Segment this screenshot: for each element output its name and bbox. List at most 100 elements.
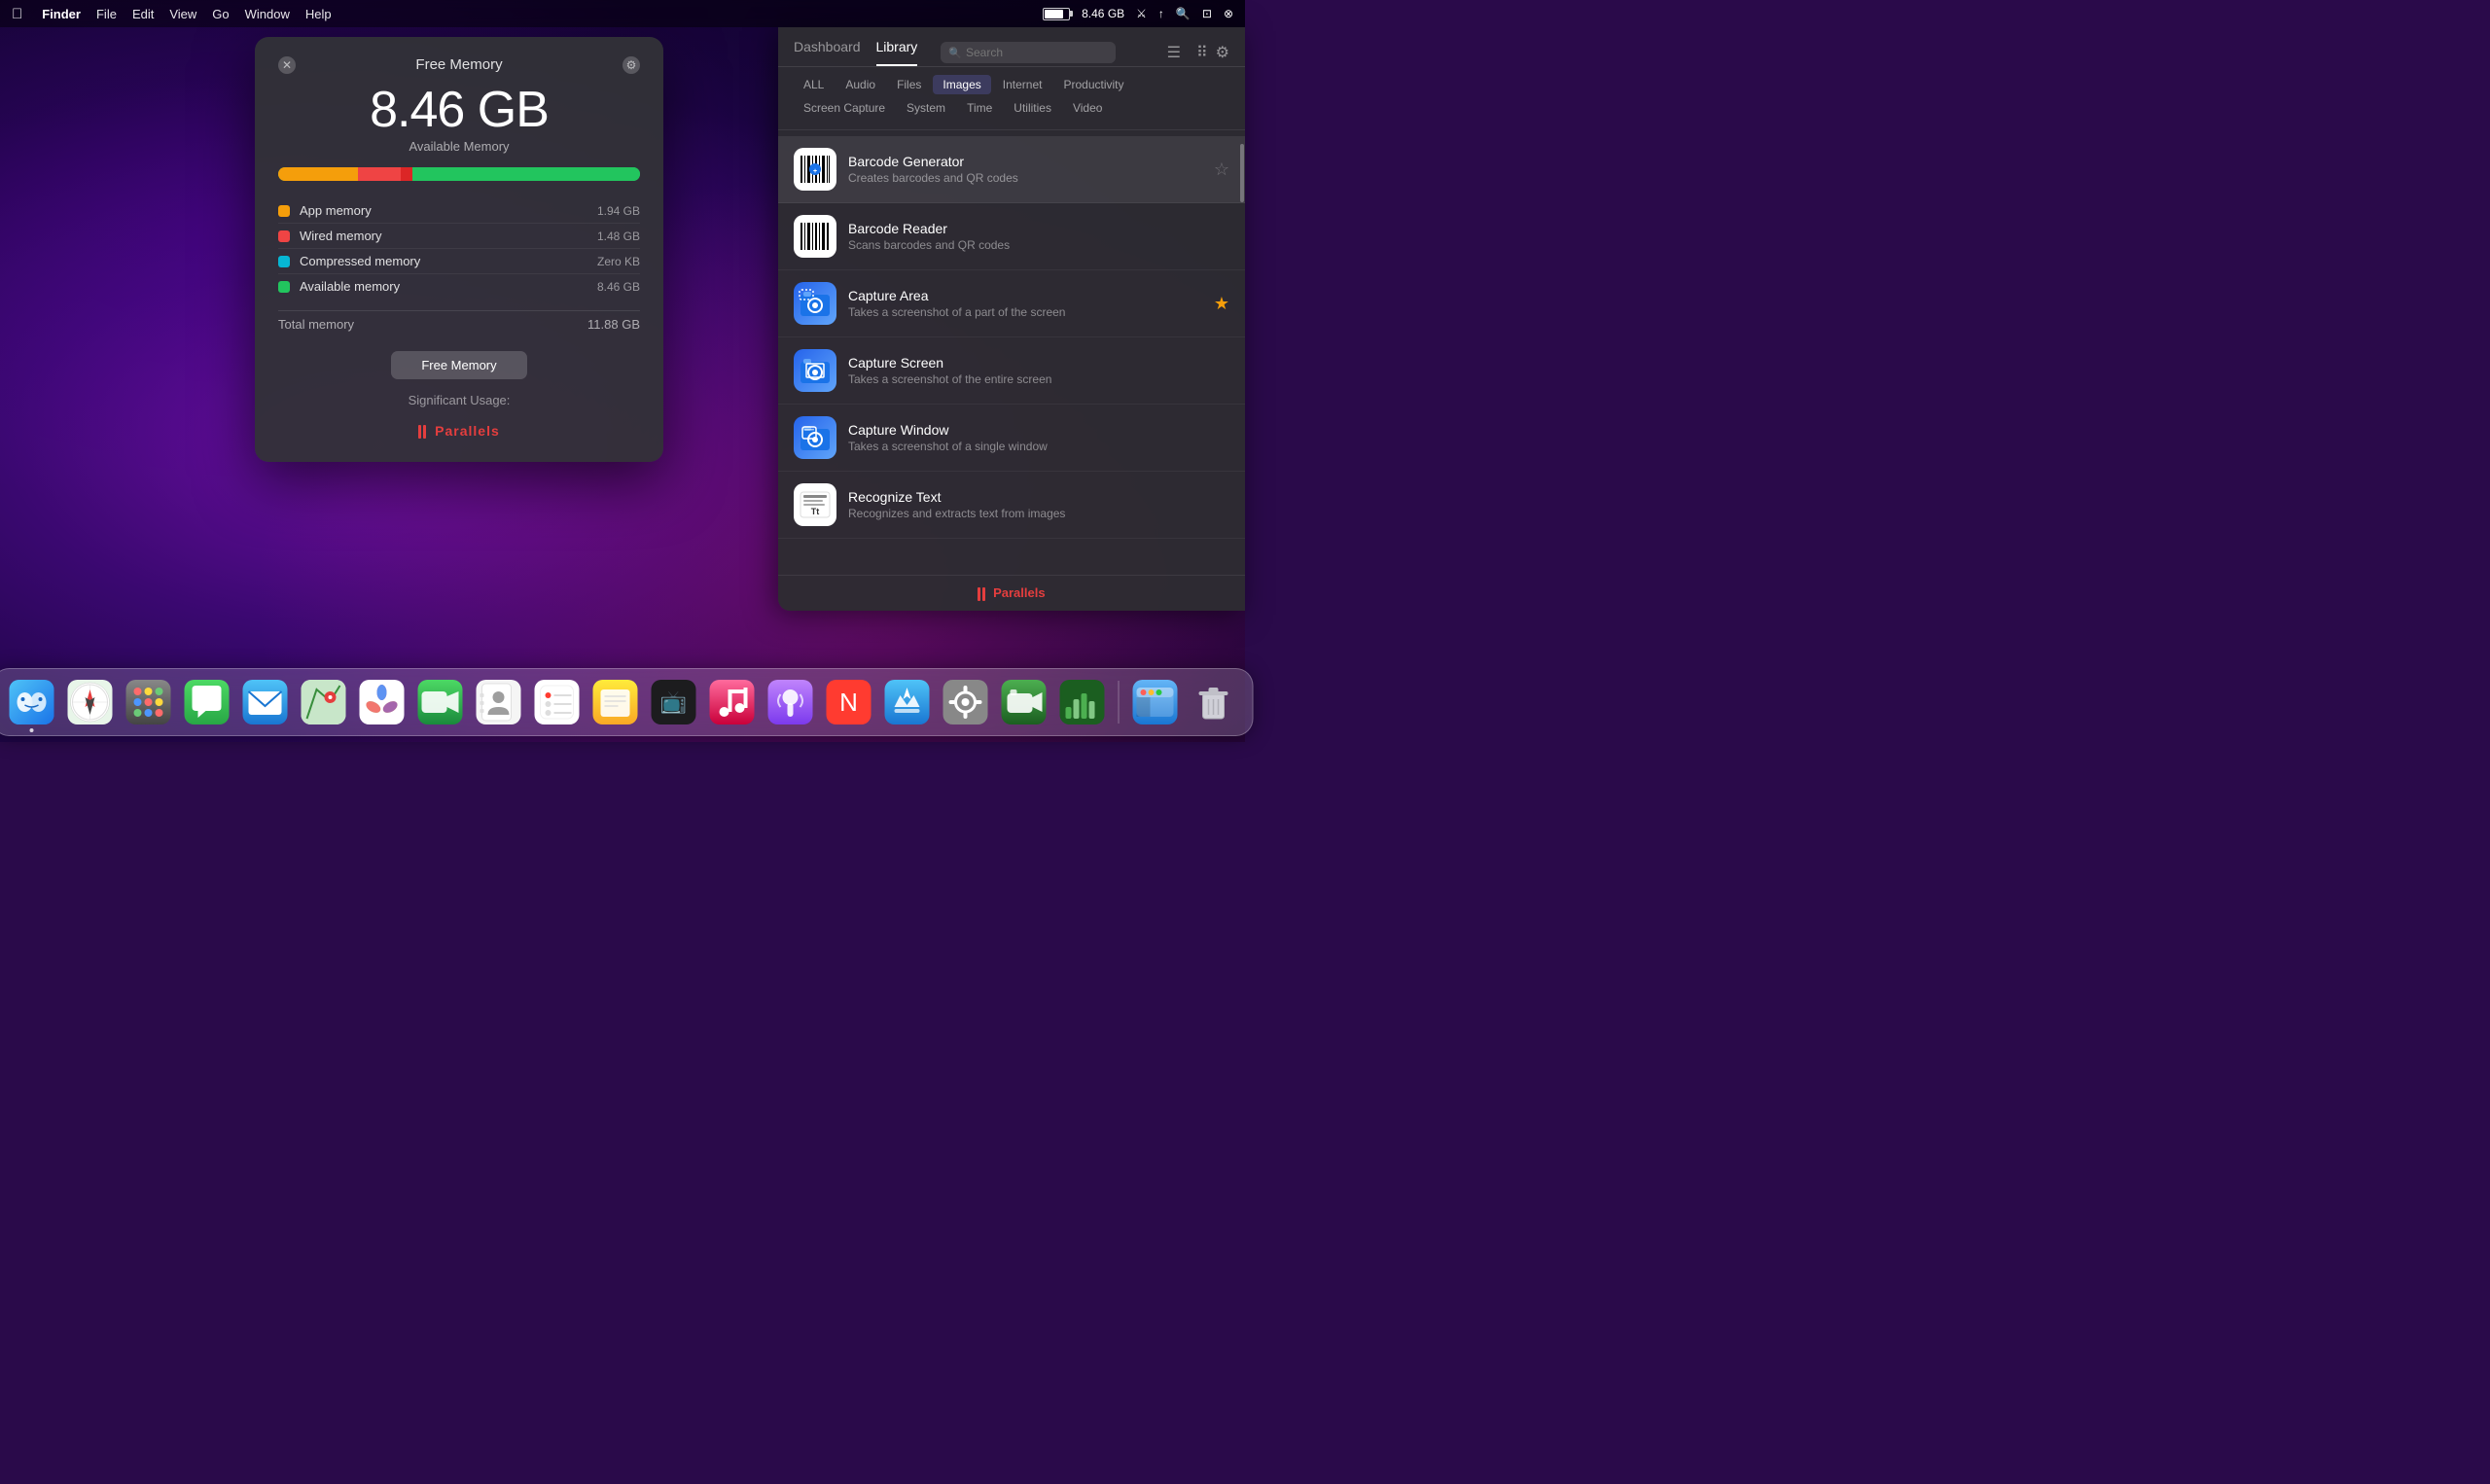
dot-compressed-memory [278, 256, 290, 267]
svg-text:Tt: Tt [811, 507, 820, 516]
panel-header: Dashboard Library 🔍 ☰ ⠿ ⚙ [778, 27, 1245, 67]
tool-item-capture-screen[interactable]: Capture Screen Takes a screenshot of the… [778, 337, 1245, 405]
search-box[interactable]: 🔍 [941, 42, 1116, 63]
widget-parallels-text: Parallels [435, 423, 500, 439]
menubar-app-name[interactable]: Finder [42, 7, 81, 21]
capture-area-star[interactable]: ★ [1214, 294, 1229, 314]
cat-system[interactable]: System [897, 98, 955, 118]
tool-item-barcode-reader[interactable]: Barcode Reader Scans barcodes and QR cod… [778, 203, 1245, 270]
barcode-generator-name: Barcode Generator [848, 154, 1206, 169]
category-tabs: ALL Audio Files Images Internet Producti… [778, 67, 1245, 130]
tab-dashboard[interactable]: Dashboard [794, 39, 861, 66]
apple-logo-icon[interactable]:  [12, 6, 22, 22]
cat-video[interactable]: Video [1063, 98, 1112, 118]
tab-library[interactable]: Library [876, 39, 918, 66]
tool-item-capture-window[interactable]: Capture Window Takes a screenshot of a s… [778, 405, 1245, 472]
capture-window-name: Capture Window [848, 422, 1229, 438]
cat-utilities[interactable]: Utilities [1004, 98, 1061, 118]
total-memory-label: Total memory [278, 317, 354, 332]
search-input[interactable] [966, 46, 1108, 59]
menubar-window[interactable]: Window [245, 7, 290, 21]
menubar-view[interactable]: View [169, 7, 196, 21]
value-app-memory: 1.94 GB [597, 204, 640, 218]
dock-finder-window[interactable] [1129, 676, 1182, 728]
dock-music[interactable] [706, 676, 759, 728]
barcode-generator-icon: + [794, 148, 836, 191]
cat-time[interactable]: Time [957, 98, 1002, 118]
dock-sysprefs[interactable] [940, 676, 992, 728]
widget-gear-button[interactable]: ⚙ [622, 56, 640, 74]
cat-screen-capture[interactable]: Screen Capture [794, 98, 895, 118]
dock-reminders[interactable] [531, 676, 584, 728]
dock-appletv[interactable]: 📺 [648, 676, 700, 728]
capture-area-info: Capture Area Takes a screenshot of a par… [848, 288, 1206, 319]
tool-item-recognize-text[interactable]: Tt Recognize Text Recognizes and extract… [778, 472, 1245, 539]
menubar-battery-icon [1043, 8, 1070, 20]
cat-all[interactable]: ALL [794, 75, 834, 94]
menubar-cast-icon[interactable]: ⊡ [1202, 7, 1212, 20]
menubar-search-icon[interactable]: 🔍 [1176, 7, 1191, 20]
capture-area-name: Capture Area [848, 288, 1206, 303]
grid-view-icon[interactable]: ⠿ [1196, 43, 1208, 62]
menubar:  Finder File Edit View Go Window Help 8… [0, 0, 1245, 27]
search-icon: 🔍 [948, 47, 962, 59]
cat-audio[interactable]: Audio [836, 75, 885, 94]
dock-appstore[interactable] [881, 676, 934, 728]
dock-podcasts[interactable] [765, 676, 817, 728]
dock-trash[interactable] [1188, 676, 1240, 728]
dock-messages[interactable] [181, 676, 233, 728]
dock: 📺 [0, 668, 1254, 736]
dock-photos[interactable] [356, 676, 409, 728]
menubar-go[interactable]: Go [212, 7, 229, 21]
menubar-extras-icon[interactable]: ⚔ [1136, 7, 1147, 20]
tool-item-barcode-generator[interactable]: + Barcode Generator Creates barcodes and… [778, 136, 1245, 203]
dot-available-memory [278, 281, 290, 293]
menubar-notch-icon[interactable]: ⊗ [1224, 7, 1233, 20]
dock-istatmenus[interactable] [1056, 676, 1109, 728]
dot-wired-memory [278, 230, 290, 242]
dock-finder[interactable] [6, 676, 58, 728]
list-view-icon[interactable]: ☰ [1167, 43, 1181, 62]
capture-area-desc: Takes a screenshot of a part of the scre… [848, 305, 1206, 319]
cat-images[interactable]: Images [933, 75, 990, 94]
value-wired-memory: 1.48 GB [597, 230, 640, 243]
cat-files[interactable]: Files [887, 75, 931, 94]
barcode-reader-desc: Scans barcodes and QR codes [848, 238, 1229, 252]
dock-notes[interactable] [589, 676, 642, 728]
dock-mail[interactable] [239, 676, 292, 728]
panel-parallels-bar-1 [978, 587, 980, 601]
dock-contacts[interactable] [473, 676, 525, 728]
panel-gear-icon[interactable]: ⚙ [1216, 43, 1229, 62]
cat-internet[interactable]: Internet [993, 75, 1052, 94]
scrollbar-track[interactable] [1239, 27, 1245, 611]
barcode-reader-name: Barcode Reader [848, 221, 1229, 236]
svg-text:+: + [813, 168, 817, 175]
svg-text:N: N [839, 688, 858, 717]
widget-close-button[interactable]: ✕ [278, 56, 296, 74]
dock-launchpad[interactable] [123, 676, 175, 728]
menubar-help[interactable]: Help [305, 7, 332, 21]
scrollbar-thumb[interactable] [1240, 144, 1244, 202]
bar-wired-memory [358, 167, 402, 181]
cat-productivity[interactable]: Productivity [1053, 75, 1133, 94]
dock-safari[interactable] [64, 676, 117, 728]
menubar-battery-text: 8.46 GB [1082, 7, 1124, 20]
dock-maps[interactable] [298, 676, 350, 728]
capture-screen-desc: Takes a screenshot of the entire screen [848, 372, 1229, 386]
widget-title: Free Memory [415, 56, 502, 73]
menubar-arrow-icon[interactable]: ↑ [1158, 7, 1164, 20]
free-memory-button[interactable]: Free Memory [391, 351, 527, 379]
dock-news[interactable]: N [823, 676, 875, 728]
tool-list: + Barcode Generator Creates barcodes and… [778, 130, 1245, 575]
panel-parallels-text: Parallels [993, 585, 1046, 600]
bar-compressed-memory [401, 167, 411, 181]
dock-camo[interactable] [998, 676, 1050, 728]
dock-separator [1119, 681, 1120, 724]
menubar-file[interactable]: File [96, 7, 117, 21]
menubar-edit[interactable]: Edit [132, 7, 154, 21]
recognize-text-desc: Recognizes and extracts text from images [848, 507, 1229, 520]
barcode-generator-star[interactable]: ☆ [1214, 159, 1229, 180]
dock-facetime[interactable] [414, 676, 467, 728]
capture-window-icon [794, 416, 836, 459]
tool-item-capture-area[interactable]: Capture Area Takes a screenshot of a par… [778, 270, 1245, 337]
